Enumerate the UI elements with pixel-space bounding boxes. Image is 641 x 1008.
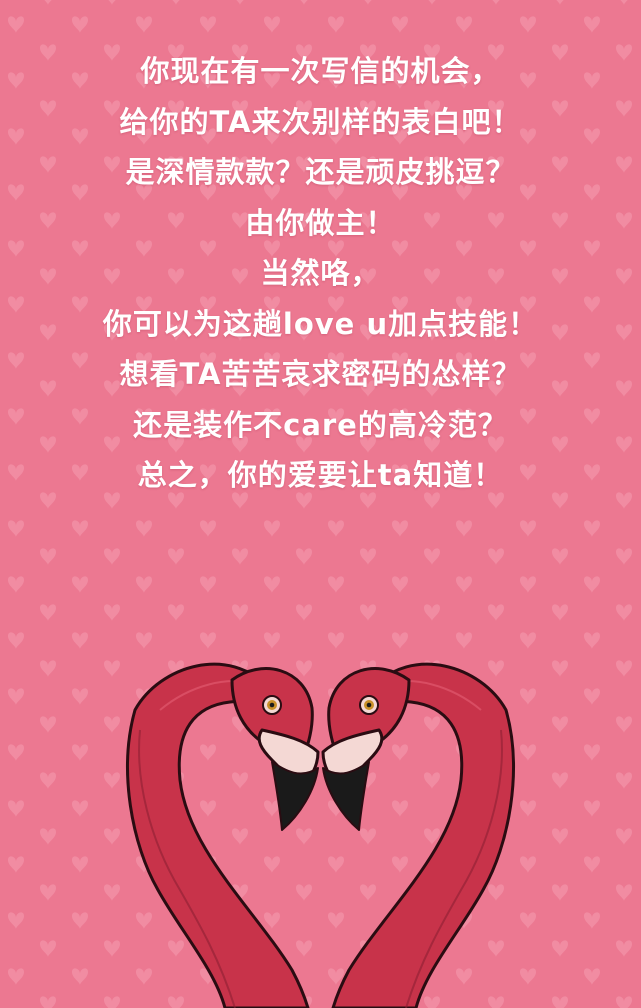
page: 你现在有一次写信的机会， 给你的TA来次别样的表白吧！ 是深情款款？还是顽皮挑逗… [0, 0, 641, 1008]
message-line: 是深情款款？还是顽皮挑逗？ [125, 155, 516, 189]
message-line: 总之，你的爱要让ta知道！ [137, 458, 504, 492]
message-text-block: 你现在有一次写信的机会， 给你的TA来次别样的表白吧！ 是深情款款？还是顽皮挑逗… [0, 46, 641, 501]
message-line: 给你的TA来次别样的表白吧！ [119, 104, 522, 139]
flamingo-heart-icon [126, 662, 515, 1008]
message-line: 你可以为这趟love u加点技能！ [102, 306, 539, 341]
message-line: 由你做主！ [245, 205, 396, 240]
message-line: 还是装作不care的高冷范？ [133, 407, 508, 442]
message-line: 你现在有一次写信的机会， [140, 54, 501, 88]
message-line: 想看TA苦苦哀求密码的怂样？ [119, 357, 522, 391]
message-line: 当然咯， [260, 256, 381, 290]
